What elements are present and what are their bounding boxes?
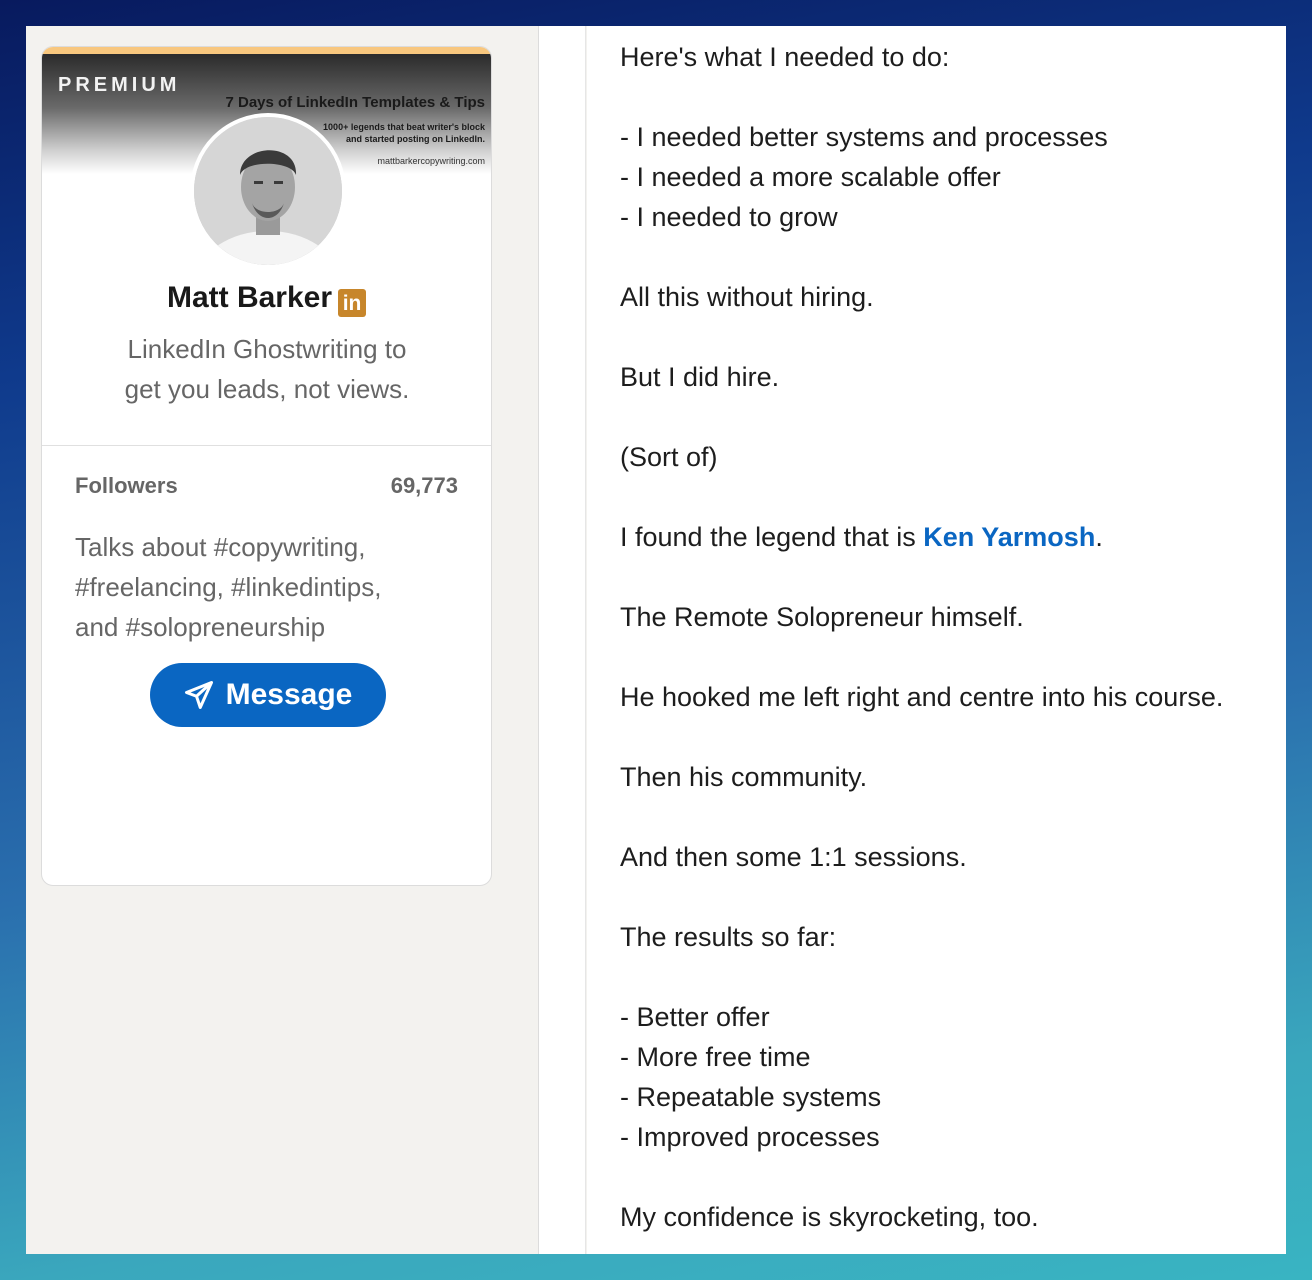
post-line: The Remote Solopreneur himself. <box>620 602 1024 632</box>
followers-count: 69,773 <box>390 473 458 498</box>
paper-plane-icon <box>184 681 213 709</box>
premium-stripe <box>42 47 491 54</box>
post-text: . <box>1095 522 1103 552</box>
banner-url: mattbarkercopywriting.com <box>377 156 485 166</box>
profile-name[interactable]: Matt Barker <box>167 281 332 314</box>
post-line: - I needed a more scalable offer <box>620 162 1001 192</box>
post-line: - Better offer <box>620 1002 770 1032</box>
post-line: Here's what I needed to do: <box>620 42 950 72</box>
post-line: He hooked me left right and centre into … <box>620 682 1224 712</box>
app-window: PREMIUM 7 Days of LinkedIn Templates & T… <box>26 26 1286 1254</box>
post-line: But I did hire. <box>620 362 780 392</box>
banner-title: 7 Days of LinkedIn Templates & Tips <box>225 94 485 111</box>
post-line: (Sort of) <box>620 442 718 472</box>
post-line: - I needed better systems and processes <box>620 122 1108 152</box>
mention-link[interactable]: Ken Yarmosh <box>923 522 1095 552</box>
post-line: And then some 1:1 sessions. <box>620 842 967 872</box>
post-line: The results so far: <box>620 922 837 952</box>
post-line: - More free time <box>620 1042 811 1072</box>
headline-line: LinkedIn Ghostwriting to <box>127 334 407 364</box>
post-line: My confidence is skyrocketing, too. <box>620 1202 1039 1232</box>
message-button-label: Message <box>225 678 353 711</box>
profile-name-row: Matt Barker in <box>42 281 491 317</box>
post-line: - Repeatable systems <box>620 1082 882 1112</box>
post-line: I found the legend that is Ken Yarmosh. <box>620 522 1103 553</box>
post-line: Then his community. <box>620 762 868 792</box>
talks-line: and #solopreneurship <box>75 612 326 642</box>
post-line: - Improved processes <box>620 1122 880 1152</box>
avatar[interactable] <box>190 113 346 269</box>
talks-line: #freelancing, #linkedintips, <box>75 572 382 602</box>
banner-subtitle: and started posting on LinkedIn. <box>345 134 485 144</box>
column-gutter <box>538 26 586 1254</box>
card-divider <box>42 445 491 446</box>
headline-line: get you leads, not views. <box>124 374 410 404</box>
post-column: Here's what I needed to do: - I needed b… <box>587 26 1286 1254</box>
post-line: All this without hiring. <box>620 282 874 312</box>
talks-line: Talks about #copywriting, <box>75 532 366 562</box>
person-photo <box>194 117 342 265</box>
post-text: I found the legend that is <box>620 522 924 552</box>
banner-subtitle: 1000+ legends that beat writer's block <box>323 122 485 132</box>
followers-label: Followers <box>75 473 178 498</box>
post-line: - I needed to grow <box>620 202 838 232</box>
linkedin-icon: in <box>338 289 367 317</box>
profile-headline: LinkedIn Ghostwriting to get you leads, … <box>82 329 452 409</box>
profile-card: PREMIUM 7 Days of LinkedIn Templates & T… <box>41 46 492 886</box>
message-button[interactable]: Message <box>150 663 386 727</box>
talks-about: Talks about #copywriting, #freelancing, … <box>75 527 465 647</box>
premium-label: PREMIUM <box>58 74 181 96</box>
